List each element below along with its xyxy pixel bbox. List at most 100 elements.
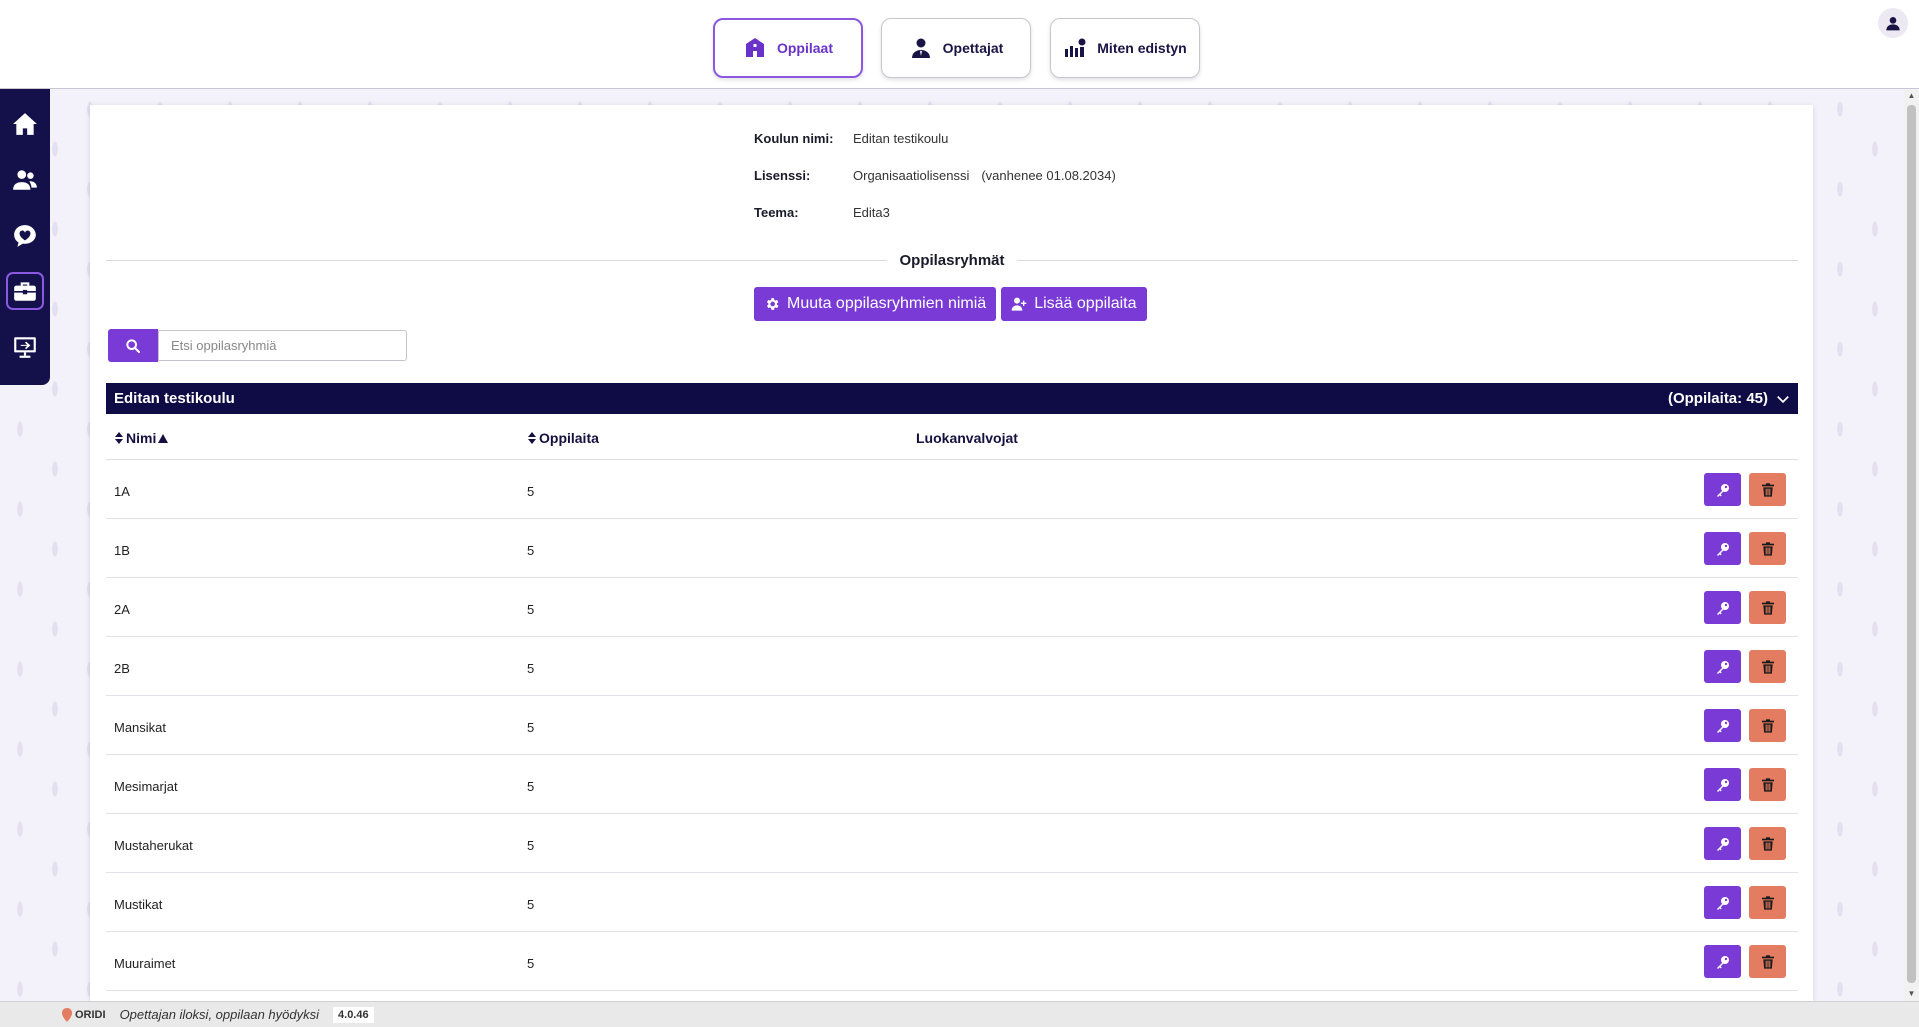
user-icon — [1886, 17, 1900, 31]
tab-oppilaat[interactable]: Oppilaat — [713, 18, 863, 78]
table-row: 1B 5 — [106, 519, 1798, 578]
edit-group-button[interactable] — [1704, 650, 1741, 683]
student-count: 5 — [527, 484, 535, 499]
edit-group-button[interactable] — [1704, 473, 1741, 506]
edit-group-button[interactable] — [1704, 709, 1741, 742]
edit-group-button[interactable] — [1704, 886, 1741, 919]
group-name: 1A — [114, 484, 130, 499]
table-row: Mustaherukat 5 — [106, 814, 1798, 873]
school-icon — [745, 38, 764, 57]
column-header-teachers: Luokanvalvojat — [916, 430, 1018, 446]
briefcase-icon — [14, 282, 36, 301]
trash-icon — [1761, 718, 1774, 733]
home-icon — [13, 113, 37, 135]
rename-groups-label: Muuta oppilasryhmien nimiä — [787, 295, 987, 312]
table-body: 1A 5 1B 5 2A 5 2B 5 Mansikat 5 Mesimarjat 5 Mustaher… — [106, 460, 1798, 991]
presentation-icon — [14, 337, 36, 358]
delete-group-button[interactable] — [1749, 709, 1786, 742]
key-icon — [1716, 483, 1729, 497]
student-count: 5 — [527, 661, 535, 676]
oridi-logo: ORIDI — [62, 1007, 106, 1022]
edit-group-button[interactable] — [1704, 827, 1741, 860]
theme-value: Edita3 — [853, 205, 890, 220]
school-group-bar[interactable]: Editan testikoulu (Oppilaita: 45) — [106, 383, 1798, 414]
user-menu[interactable] — [1878, 8, 1908, 38]
search-input[interactable] — [158, 330, 407, 361]
school-name-label: Koulun nimi: — [754, 131, 834, 146]
group-search — [108, 329, 407, 362]
edit-group-button[interactable] — [1704, 591, 1741, 624]
trash-icon — [1761, 541, 1774, 556]
add-students-label: Lisää oppilaita — [1034, 295, 1137, 312]
edit-group-button[interactable] — [1704, 945, 1741, 978]
add-user-icon — [1011, 297, 1027, 311]
sort-icon — [528, 432, 536, 444]
trash-icon — [1761, 659, 1774, 674]
group-name: Mustikat — [114, 897, 163, 912]
theme-label: Teema: — [754, 205, 799, 220]
brand-name: ORIDI — [75, 1008, 106, 1021]
tab-opettajat[interactable]: Opettajat — [881, 18, 1031, 78]
delete-group-button[interactable] — [1749, 532, 1786, 565]
key-icon — [1716, 896, 1729, 910]
sidebar-item-presentation[interactable] — [6, 328, 44, 366]
tab-label: Oppilaat — [776, 40, 833, 56]
scroll-thumb[interactable] — [1907, 105, 1916, 983]
table-row: Mansikat 5 — [106, 696, 1798, 755]
column-label: Luokanvalvojat — [916, 430, 1018, 446]
sidebar-item-users[interactable] — [6, 161, 44, 199]
group-name: Mansikat — [114, 720, 167, 735]
divider — [106, 259, 888, 261]
tab-miten-edistyn[interactable]: Miten edistyn — [1050, 18, 1200, 78]
tab-label: Opettajat — [942, 40, 1004, 56]
gear-icon — [766, 298, 779, 310]
tab-label: Miten edistyn — [1097, 40, 1187, 56]
column-label: Nimi — [126, 430, 157, 446]
search-button[interactable] — [108, 329, 158, 362]
logo-icon — [62, 1007, 72, 1022]
sidebar-item-home[interactable] — [6, 105, 44, 143]
scroll-down-arrow[interactable]: ▼ — [1907, 989, 1916, 998]
delete-group-button[interactable] — [1749, 591, 1786, 624]
key-icon — [1716, 601, 1729, 615]
group-name: Muuraimet — [114, 956, 176, 971]
top-bar: Oppilaat Opettajat Miten edistyn — [0, 0, 1919, 89]
license-expiry: (vanhenee 01.08.2034) — [981, 168, 1116, 183]
column-header-name[interactable]: Nimi — [114, 430, 169, 446]
student-count: 5 — [527, 602, 535, 617]
edit-group-button[interactable] — [1704, 768, 1741, 801]
scrollbar[interactable]: ▲ ▼ — [1904, 89, 1919, 1001]
add-students-button[interactable]: Lisää oppilaita — [1001, 287, 1147, 321]
chevron-down-icon — [1777, 395, 1789, 403]
group-bar-toggle[interactable]: (Oppilaita: 45) — [1668, 390, 1790, 407]
delete-group-button[interactable] — [1749, 945, 1786, 978]
rename-groups-button[interactable]: Muuta oppilasryhmien nimiä — [754, 287, 997, 321]
delete-group-button[interactable] — [1749, 827, 1786, 860]
scroll-up-arrow[interactable]: ▲ — [1907, 91, 1916, 100]
student-count: 5 — [527, 779, 535, 794]
delete-group-button[interactable] — [1749, 886, 1786, 919]
sort-icon — [115, 432, 123, 444]
table-row: 1A 5 — [106, 460, 1798, 519]
sidebar-item-feedback[interactable] — [6, 217, 44, 255]
trash-icon — [1761, 600, 1774, 615]
delete-group-button[interactable] — [1749, 650, 1786, 683]
student-count: (Oppilaita: 45) — [1667, 390, 1768, 407]
delete-group-button[interactable] — [1749, 473, 1786, 506]
student-count: 5 — [527, 720, 535, 735]
main-card: Koulun nimi: Editan testikoulu Lisenssi:… — [90, 105, 1813, 1001]
group-name: 2B — [114, 661, 130, 676]
edit-group-button[interactable] — [1704, 532, 1741, 565]
sidebar-item-admin[interactable] — [6, 272, 44, 310]
key-icon — [1716, 837, 1729, 851]
sort-ascending-icon — [158, 434, 169, 443]
group-name: 2A — [114, 602, 130, 617]
key-icon — [1716, 778, 1729, 792]
delete-group-button[interactable] — [1749, 768, 1786, 801]
license-type: Organisaatiolisenssi — [853, 168, 970, 183]
license-value: Organisaatiolisenssi (vanhenee 01.08.2034… — [853, 168, 1116, 183]
student-count: 5 — [527, 897, 535, 912]
key-icon — [1716, 719, 1729, 733]
groups-section-title: Oppilasryhmät — [899, 251, 1005, 269]
column-header-count[interactable]: Oppilaita — [527, 430, 599, 446]
